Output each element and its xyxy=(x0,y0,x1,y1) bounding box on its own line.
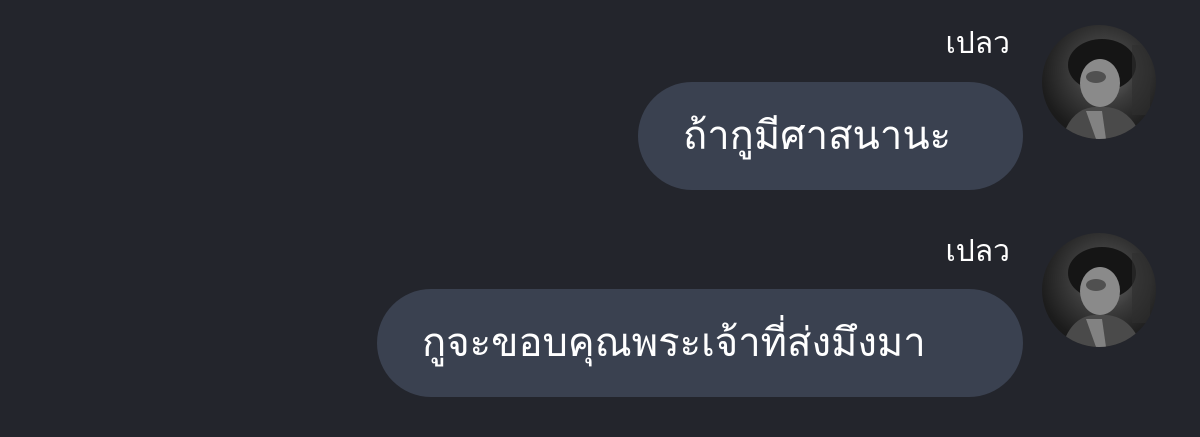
sender-name: เปลว xyxy=(945,26,1010,61)
user-avatar-icon xyxy=(1062,39,1150,139)
avatar[interactable] xyxy=(1042,233,1156,347)
sender-name: เปลว xyxy=(945,234,1010,269)
user-avatar-icon xyxy=(1062,247,1150,347)
message-bubble[interactable]: ถ้ากูมีศาสนานะ xyxy=(638,82,1023,190)
chat-message: เปลว กูจะขอบคุณพระเจ้าที่ส่งมึงมา xyxy=(0,210,1200,437)
chat-message: เปลว ถ้ากูมีศาสนานะ xyxy=(0,0,1200,210)
message-bubble[interactable]: กูจะขอบคุณพระเจ้าที่ส่งมึงมา xyxy=(377,289,1023,397)
avatar[interactable] xyxy=(1042,25,1156,139)
